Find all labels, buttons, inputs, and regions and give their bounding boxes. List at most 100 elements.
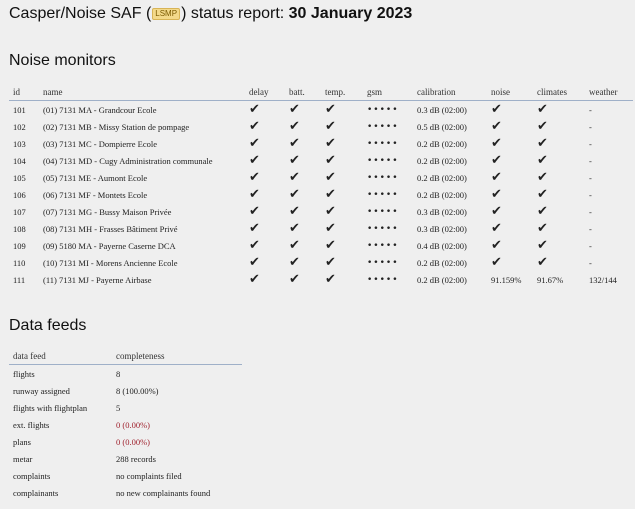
table-row: 104 (04) 7131 MD - Cugy Administration co… <box>9 152 633 169</box>
name-cell: (03) 7131 MC - Dompierre Ecole <box>43 138 158 149</box>
table-row: 103 (03) 7131 MC - Dompierre Ecole ✔ ✔ ✔ ••••… <box>9 135 633 152</box>
weather-cell: - <box>589 189 592 200</box>
name-cell: (09) 5180 MA - Payerne Caserne DCA <box>43 240 176 251</box>
col-delay: delay <box>245 86 285 101</box>
calibration-cell: 0.3 dB (02:00) <box>417 223 467 234</box>
delay-check-icon: ✔ <box>249 255 260 270</box>
id-cell: 110 <box>13 257 26 268</box>
list-item: ext. flights 0 (0.00%) <box>9 416 242 433</box>
col-id: id <box>9 86 39 101</box>
data-feeds-table: data feed completeness flights 8 runway as… <box>9 350 242 501</box>
report-title: Casper/Noise SAF (LSMP) status report: 3… <box>9 5 412 23</box>
gsm-signal-dots: ••••• <box>367 274 399 285</box>
weather-cell: - <box>589 240 592 251</box>
id-cell: 109 <box>13 240 26 251</box>
id-cell: 103 <box>13 138 26 149</box>
table-row: 105 (05) 7131 ME - Aumont Ecole ✔ ✔ ✔ ••••• 0.… <box>9 169 633 186</box>
climates-check-icon: ✔ <box>537 136 548 151</box>
feed-completeness: 5 <box>116 402 121 413</box>
feed-name: runway assigned <box>13 385 70 396</box>
id-cell: 101 <box>13 104 26 115</box>
delay-check-icon: ✔ <box>249 102 260 117</box>
col-batt: batt. <box>285 86 321 101</box>
delay-check-icon: ✔ <box>249 204 260 219</box>
batt-check-icon: ✔ <box>289 187 300 202</box>
table-row: 106 (06) 7131 MF - Montets Ecole ✔ ✔ ✔ ••••• 0… <box>9 186 633 203</box>
gsm-signal-dots: ••••• <box>367 189 399 200</box>
climates-check-icon: ✔ <box>537 187 548 202</box>
calibration-cell: 0.2 dB (02:00) <box>417 172 467 183</box>
temp-check-icon: ✔ <box>325 272 336 287</box>
table-row: 109 (09) 5180 MA - Payerne Caserne DCA ✔ ✔ ✔… <box>9 237 633 254</box>
col-name: name <box>39 86 245 101</box>
feed-completeness: 0 (0.00%) <box>116 419 150 430</box>
delay-check-icon: ✔ <box>249 272 260 287</box>
batt-check-icon: ✔ <box>289 272 300 287</box>
weather-cell: 132/144 <box>589 274 617 285</box>
weather-cell: - <box>589 257 592 268</box>
weather-cell: - <box>589 104 592 115</box>
delay-check-icon: ✔ <box>249 238 260 253</box>
climates-check-icon: ✔ <box>537 204 548 219</box>
delay-check-icon: ✔ <box>249 153 260 168</box>
list-item: plans 0 (0.00%) <box>9 433 242 450</box>
report-date: 30 January 2023 <box>288 5 413 22</box>
noise-check-icon: ✔ <box>491 170 502 185</box>
delay-check-icon: ✔ <box>249 187 260 202</box>
temp-check-icon: ✔ <box>325 187 336 202</box>
batt-check-icon: ✔ <box>289 170 300 185</box>
batt-check-icon: ✔ <box>289 204 300 219</box>
calibration-cell: 0.2 dB (02:00) <box>417 257 467 268</box>
data-feeds-heading: Data feeds <box>9 317 87 334</box>
calibration-cell: 0.2 dB (02:00) <box>417 189 467 200</box>
id-cell: 104 <box>13 155 26 166</box>
temp-check-icon: ✔ <box>325 255 336 270</box>
noise-cell: 91.159% <box>491 274 522 285</box>
calibration-cell: 0.3 dB (02:00) <box>417 206 467 217</box>
feed-completeness: no new complainants found <box>116 487 211 498</box>
calibration-cell: 0.3 dB (02:00) <box>417 104 467 115</box>
gsm-signal-dots: ••••• <box>367 223 399 234</box>
list-item: complaints no complaints filed <box>9 467 242 484</box>
feed-name: ext. flights <box>13 419 50 430</box>
table-row: 101 (01) 7131 MA - Grandcour Ecole ✔ ✔ ✔ ••••… <box>9 101 633 119</box>
feed-completeness: no complaints filed <box>116 470 182 481</box>
batt-check-icon: ✔ <box>289 153 300 168</box>
table-row: 102 (02) 7131 MB - Missy Station de pompa… <box>9 118 633 135</box>
gsm-signal-dots: ••••• <box>367 121 399 132</box>
name-cell: (11) 7131 MJ - Payerne Airbase <box>43 274 152 285</box>
noise-check-icon: ✔ <box>491 102 502 117</box>
temp-check-icon: ✔ <box>325 136 336 151</box>
calibration-cell: 0.2 dB (02:00) <box>417 155 467 166</box>
table-row: 107 (07) 7131 MG - Bussy Maison Privée ✔ ✔ ✔… <box>9 203 633 220</box>
gsm-signal-dots: ••••• <box>367 155 399 166</box>
weather-cell: - <box>589 172 592 183</box>
feed-completeness: 8 <box>116 368 121 379</box>
col-climates: climates <box>533 86 585 101</box>
id-cell: 102 <box>13 121 26 132</box>
noise-check-icon: ✔ <box>491 255 502 270</box>
id-cell: 107 <box>13 206 26 217</box>
temp-check-icon: ✔ <box>325 119 336 134</box>
title-middle: ) status report: <box>181 5 289 22</box>
batt-check-icon: ✔ <box>289 221 300 236</box>
feed-completeness: 0 (0.00%) <box>116 436 150 447</box>
noise-check-icon: ✔ <box>491 119 502 134</box>
batt-check-icon: ✔ <box>289 136 300 151</box>
table-row: 111 (11) 7131 MJ - Payerne Airbase ✔ ✔ ✔ ••••… <box>9 271 633 288</box>
id-cell: 111 <box>13 274 26 285</box>
delay-check-icon: ✔ <box>249 136 260 151</box>
id-cell: 106 <box>13 189 26 200</box>
climates-cell: 91.67% <box>537 274 564 285</box>
climates-check-icon: ✔ <box>537 119 548 134</box>
id-cell: 105 <box>13 172 26 183</box>
feed-completeness: 288 records <box>116 453 156 464</box>
id-cell: 108 <box>13 223 26 234</box>
title-prefix: Casper/Noise SAF ( <box>9 5 152 22</box>
batt-check-icon: ✔ <box>289 255 300 270</box>
gsm-signal-dots: ••••• <box>367 206 399 217</box>
batt-check-icon: ✔ <box>289 119 300 134</box>
temp-check-icon: ✔ <box>325 102 336 117</box>
col-noise: noise <box>487 86 533 101</box>
climates-check-icon: ✔ <box>537 238 548 253</box>
